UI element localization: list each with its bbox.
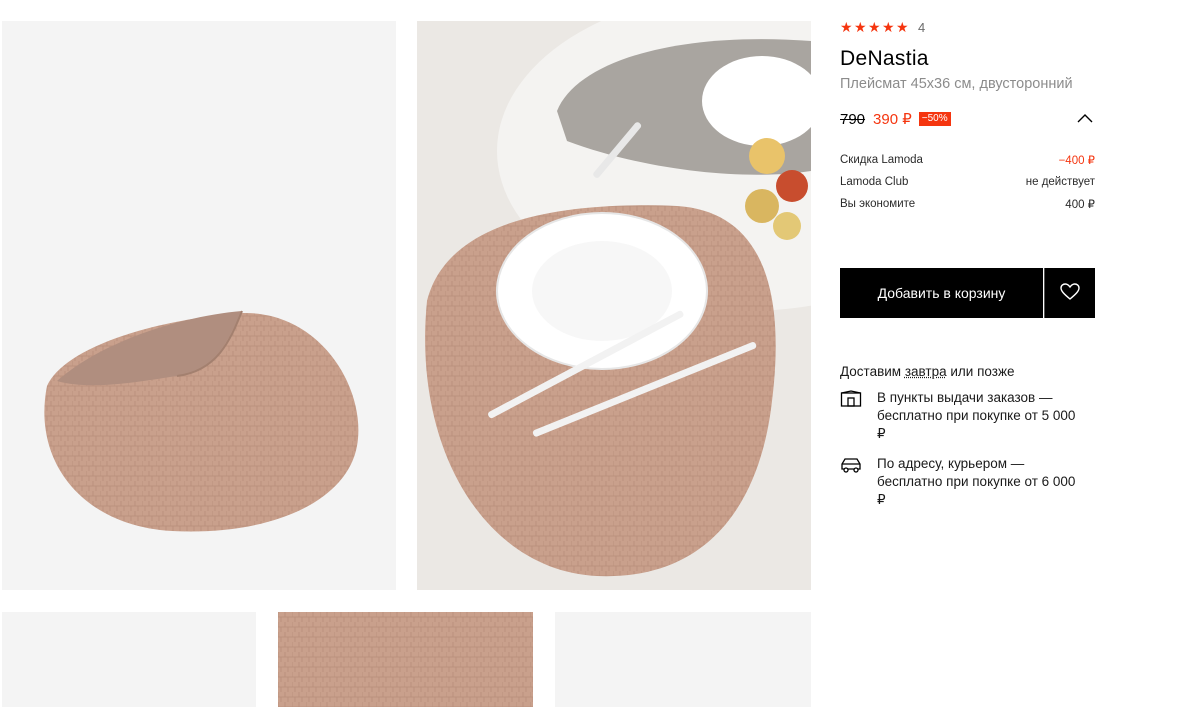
product-title: Плейсмат 45х36 см, двусторонний <box>840 76 1073 92</box>
chevron-up-icon[interactable] <box>1075 111 1095 127</box>
review-count[interactable]: 4 <box>918 20 925 35</box>
delivery-title: Доставим завтра или позже <box>840 364 1014 379</box>
delivery-option-pickup: В пункты выдачи заказов — бесплатно при … <box>840 389 1100 443</box>
favorite-button[interactable] <box>1044 268 1095 318</box>
delivery-option-text: По адресу, курьером — бесплатно при поку… <box>877 456 1076 507</box>
product-photo-main[interactable] <box>2 21 396 590</box>
thumbnail-1[interactable] <box>2 612 256 707</box>
price-breakdown: Скидка Lamoda −400 ₽ Lamoda Club не дейс… <box>840 149 1095 215</box>
price-row: 790 390 ₽ −50% <box>840 109 1095 129</box>
current-price: 390 ₽ <box>873 111 912 128</box>
breakdown-label: Lamoda Club <box>840 176 909 188</box>
delivery-title-suffix: или позже <box>946 364 1015 379</box>
rating-stars: ★ ★ ★ ★ ★ <box>840 19 909 35</box>
breakdown-value: не действует <box>1025 176 1095 188</box>
breakdown-label: Скидка Lamoda <box>840 154 923 166</box>
delivery-date-link[interactable]: завтра <box>905 364 947 379</box>
thumbnail-texture[interactable] <box>278 612 533 707</box>
star-icon: ★ <box>840 19 853 35</box>
star-icon: ★ <box>854 19 867 35</box>
breakdown-label: Вы экономите <box>840 198 916 210</box>
discount-badge: −50% <box>918 112 951 126</box>
heart-icon <box>1060 282 1080 304</box>
add-to-cart-button[interactable]: Добавить в корзину <box>840 268 1043 318</box>
delivery-option-courier: По адресу, курьером — бесплатно при поку… <box>840 455 1100 509</box>
star-icon: ★ <box>868 19 881 35</box>
old-price: 790 <box>840 110 866 128</box>
breakdown-row: Скидка Lamoda −400 ₽ <box>840 149 1095 171</box>
star-icon: ★ <box>882 19 895 35</box>
delivery-option-text: В пункты выдачи заказов — бесплатно при … <box>877 390 1076 441</box>
breakdown-value: −400 ₽ <box>1058 155 1095 167</box>
breakdown-value: 400 ₽ <box>1065 199 1095 211</box>
thumbnail-3[interactable] <box>555 612 811 707</box>
rating[interactable]: ★ ★ ★ ★ ★ 4 <box>840 20 925 35</box>
delivery-title-prefix: Доставим <box>840 364 905 379</box>
star-icon: ★ <box>896 19 909 35</box>
breakdown-row: Вы экономите 400 ₽ <box>840 193 1095 215</box>
breakdown-row: Lamoda Club не действует <box>840 171 1095 193</box>
courier-car-icon <box>840 456 862 474</box>
product-photo-table-setting[interactable] <box>417 21 811 590</box>
purchase-actions: Добавить в корзину <box>840 268 1095 318</box>
brand-name[interactable]: DeNastia <box>840 47 929 71</box>
pickup-point-icon <box>840 390 862 408</box>
